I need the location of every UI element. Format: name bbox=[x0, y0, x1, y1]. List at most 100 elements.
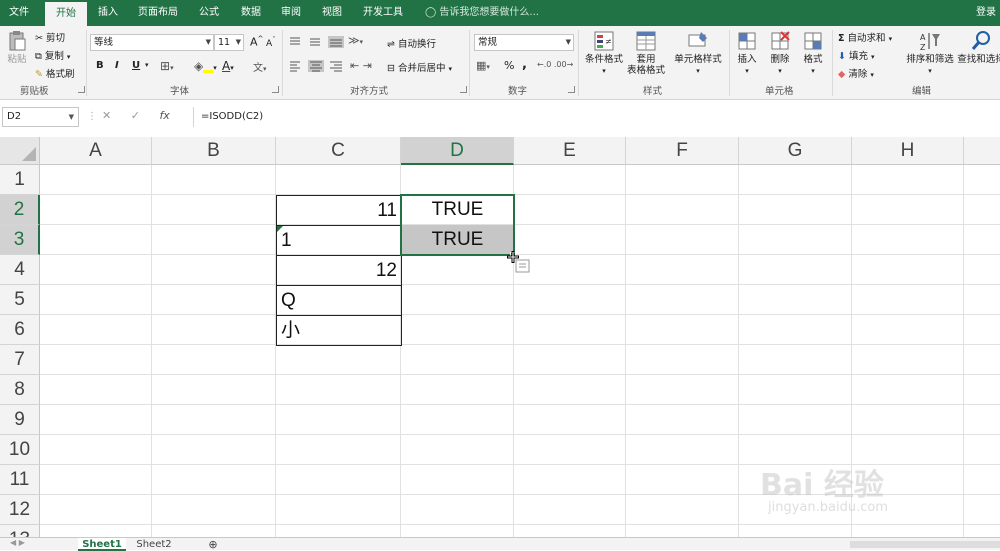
number-format-select[interactable]: 常规 ▼ bbox=[474, 34, 574, 51]
cell-styles-button[interactable]: 单元格样式 ▾ bbox=[671, 30, 725, 77]
tab-file[interactable]: 文件 bbox=[0, 0, 38, 26]
clipboard-group-label: 剪贴板 bbox=[20, 86, 49, 97]
underline-dropdown[interactable]: ▾ bbox=[145, 61, 149, 69]
copy-icon: ⧉ bbox=[35, 51, 42, 62]
sheet-nav-icon[interactable]: ◀ ▶ bbox=[10, 538, 25, 547]
login-link[interactable]: 登录 bbox=[976, 0, 996, 26]
paste-button[interactable]: 粘贴 bbox=[4, 30, 30, 65]
format-as-table-button[interactable]: 套用 表格格式 bbox=[624, 30, 668, 76]
format-painter-button[interactable]: ✎ 格式刷 bbox=[35, 66, 75, 80]
orientation-button[interactable]: ≫▾ bbox=[348, 34, 363, 47]
clear-button[interactable]: ◆ 清除 ▾ bbox=[838, 66, 874, 80]
enter-icon[interactable]: ✓ bbox=[131, 109, 140, 122]
number-dialog-launcher[interactable] bbox=[568, 86, 575, 93]
formula-bar: D2 ▼ ⋮ ✕ ✓ fx =ISODD(C2) bbox=[0, 105, 1000, 129]
select-all-button[interactable] bbox=[0, 137, 40, 165]
font-dialog-launcher[interactable] bbox=[272, 86, 279, 93]
underline-button[interactable]: U bbox=[132, 60, 140, 71]
conditional-format-button[interactable]: ≠ 条件格式 ▾ bbox=[582, 30, 626, 77]
alignment-dialog-launcher[interactable] bbox=[460, 86, 467, 93]
format-painter-label: 格式刷 bbox=[46, 69, 75, 80]
phonetic-button[interactable]: 文▾ bbox=[253, 59, 267, 74]
formula-buttons: ✕ ✓ fx bbox=[102, 109, 170, 122]
indent-buttons[interactable]: ⇤ ⇥ bbox=[350, 59, 372, 72]
row-header-5[interactable]: 5 bbox=[0, 285, 40, 315]
name-box[interactable]: D2 ▼ bbox=[2, 107, 79, 127]
currency-button[interactable]: ▦▾ bbox=[476, 59, 490, 72]
cell-c4[interactable]: 12 bbox=[276, 255, 402, 286]
formula-input[interactable]: =ISODD(C2) bbox=[193, 107, 1000, 127]
bold-button[interactable]: B bbox=[96, 60, 104, 71]
borders-button[interactable]: ⊞▾ bbox=[160, 59, 174, 73]
row-header-2[interactable]: 2 bbox=[0, 195, 40, 225]
sheet-tab-sheet2[interactable]: Sheet2 bbox=[130, 538, 178, 551]
vertical-align-buttons[interactable] bbox=[288, 36, 348, 48]
col-header-d[interactable]: D bbox=[401, 137, 514, 165]
fill-color-button[interactable]: ◈ ▾ bbox=[194, 59, 217, 73]
cell-c2[interactable]: 11 bbox=[276, 195, 402, 226]
col-header-b[interactable]: B bbox=[152, 137, 276, 165]
row-header-10[interactable]: 10 bbox=[0, 435, 40, 465]
cell-c3[interactable]: 1 bbox=[276, 225, 402, 256]
cut-button[interactable]: ✂ 剪切 bbox=[35, 30, 65, 44]
row-header-6[interactable]: 6 bbox=[0, 315, 40, 345]
shrink-font-button[interactable]: Aˇ bbox=[266, 36, 276, 49]
horizontal-scrollbar[interactable] bbox=[850, 541, 1000, 548]
sort-filter-button[interactable]: AZ 排序和筛选 ▾ bbox=[905, 30, 955, 77]
col-header-h[interactable]: H bbox=[852, 137, 964, 165]
tab-view[interactable]: 视图 bbox=[314, 0, 350, 26]
delete-cells-icon bbox=[771, 31, 790, 50]
font-name-select[interactable]: 等线 ▼ bbox=[90, 34, 214, 51]
tell-me-search[interactable]: ◯ 告诉我您想要做什么... bbox=[425, 0, 539, 26]
tab-developer[interactable]: 开发工具 bbox=[356, 0, 410, 26]
font-color-button[interactable]: A▾ bbox=[222, 59, 234, 73]
row-header-4[interactable]: 4 bbox=[0, 255, 40, 285]
col-header-a[interactable]: A bbox=[40, 137, 152, 165]
grow-font-button[interactable]: A^ bbox=[250, 35, 263, 49]
increase-decimal-icon: ←.0 bbox=[537, 60, 552, 69]
merge-center-button[interactable]: ⊟ 合并后居中 ▾ bbox=[387, 60, 452, 74]
row-header-13[interactable]: 13 bbox=[0, 525, 40, 537]
cell-c5[interactable]: Q bbox=[276, 285, 402, 316]
col-header-c[interactable]: C bbox=[276, 137, 401, 165]
quick-analysis-icon[interactable] bbox=[507, 251, 533, 275]
gridline bbox=[40, 374, 1000, 375]
cancel-icon[interactable]: ✕ bbox=[102, 109, 111, 122]
comma-button[interactable]: , bbox=[522, 57, 527, 72]
row-header-8[interactable]: 8 bbox=[0, 375, 40, 405]
percent-button[interactable]: % bbox=[504, 59, 514, 72]
fill-button[interactable]: ⬇ 填充 ▾ bbox=[838, 48, 875, 62]
col-header-i[interactable] bbox=[964, 137, 1000, 165]
delete-cells-button[interactable]: 删除 ▾ bbox=[766, 30, 794, 77]
row-header-12[interactable]: 12 bbox=[0, 495, 40, 525]
find-select-button[interactable]: 查找和选择 bbox=[956, 30, 1000, 65]
decimal-buttons[interactable]: ←.0 .00→ bbox=[537, 60, 573, 69]
tab-insert[interactable]: 插入 bbox=[90, 0, 126, 26]
col-header-e[interactable]: E bbox=[514, 137, 626, 165]
conditional-format-icon: ≠ bbox=[594, 31, 614, 51]
copy-button[interactable]: ⧉ 复制 ▾ bbox=[35, 48, 70, 62]
cell-c6[interactable]: 小 bbox=[276, 315, 402, 346]
tab-review[interactable]: 审阅 bbox=[273, 0, 309, 26]
italic-button[interactable]: I bbox=[115, 60, 119, 71]
col-header-g[interactable]: G bbox=[739, 137, 852, 165]
wrap-text-button[interactable]: ⇌ 自动换行 bbox=[387, 36, 436, 50]
row-header-3[interactable]: 3 bbox=[0, 225, 40, 255]
row-header-1[interactable]: 1 bbox=[0, 165, 40, 195]
tab-data[interactable]: 数据 bbox=[232, 0, 270, 26]
add-sheet-button[interactable]: ⊕ bbox=[204, 538, 222, 551]
format-cells-button[interactable]: 格式 ▾ bbox=[799, 30, 827, 77]
insert-function-icon[interactable]: fx bbox=[159, 109, 169, 122]
horizontal-align-buttons[interactable] bbox=[288, 60, 348, 72]
row-header-9[interactable]: 9 bbox=[0, 405, 40, 435]
row-header-11[interactable]: 11 bbox=[0, 465, 40, 495]
clipboard-dialog-launcher[interactable] bbox=[78, 86, 85, 93]
autosum-button[interactable]: Σ 自动求和 ▾ bbox=[838, 30, 892, 44]
sheet-tab-sheet1[interactable]: Sheet1 bbox=[78, 538, 126, 551]
font-size-select[interactable]: 11 ▼ bbox=[214, 34, 244, 51]
row-header-7[interactable]: 7 bbox=[0, 345, 40, 375]
tab-formulas[interactable]: 公式 bbox=[190, 0, 228, 26]
insert-cells-button[interactable]: 插入 ▾ bbox=[733, 30, 761, 77]
col-header-f[interactable]: F bbox=[626, 137, 739, 165]
tab-page-layout[interactable]: 页面布局 bbox=[130, 0, 186, 26]
